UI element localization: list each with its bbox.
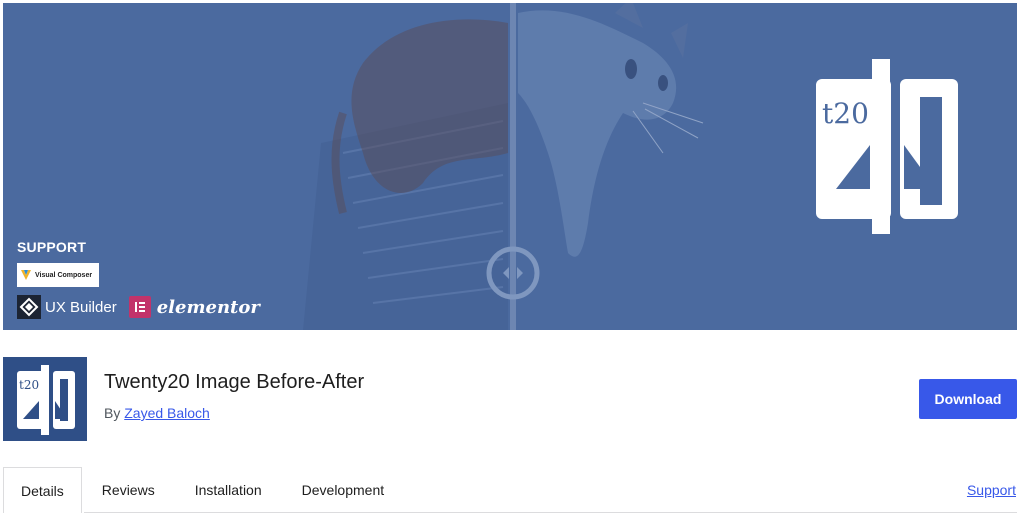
download-button[interactable]: Download <box>919 379 1017 419</box>
author-link[interactable]: Zayed Baloch <box>124 405 210 421</box>
visual-composer-label: Visual Composer <box>35 271 93 279</box>
t20-logo: t20 <box>816 59 958 234</box>
tab-installation[interactable]: Installation <box>175 467 282 513</box>
cat-after-illustration <box>518 3 704 257</box>
tab-details[interactable]: Details <box>3 467 82 513</box>
ux-builder-label: UX Builder <box>45 298 117 316</box>
plugin-banner: t20 SUPPORT Visual Composer UX Builder e… <box>3 3 1017 330</box>
tab-reviews[interactable]: Reviews <box>82 467 175 513</box>
plugin-title: Twenty20 Image Before-After <box>104 371 365 393</box>
support-link[interactable]: Support <box>967 482 1016 498</box>
visual-composer-icon <box>21 270 31 280</box>
plugin-icon: t20 <box>3 357 87 441</box>
by-label: By <box>104 405 121 421</box>
ux-builder-logo: UX Builder <box>17 295 117 319</box>
support-section: SUPPORT Visual Composer UX Builder eleme… <box>17 239 260 319</box>
support-label: SUPPORT <box>17 239 87 255</box>
tab-development[interactable]: Development <box>282 467 405 513</box>
svg-text:t20: t20 <box>19 378 39 392</box>
slider-divider <box>510 3 516 330</box>
elementor-icon <box>128 296 151 318</box>
plugin-tabs: Details Reviews Installation Development <box>3 467 404 513</box>
t20-icon: t20 <box>17 365 75 435</box>
builders-row: UX Builder elementor <box>17 295 260 319</box>
elementor-label: elementor <box>156 296 260 318</box>
svg-text:t20: t20 <box>822 97 869 130</box>
elementor-logo: elementor <box>128 296 260 318</box>
plugin-author: By Zayed Baloch <box>104 405 210 421</box>
ux-builder-icon <box>17 295 41 319</box>
visual-composer-badge: Visual Composer <box>17 263 99 287</box>
